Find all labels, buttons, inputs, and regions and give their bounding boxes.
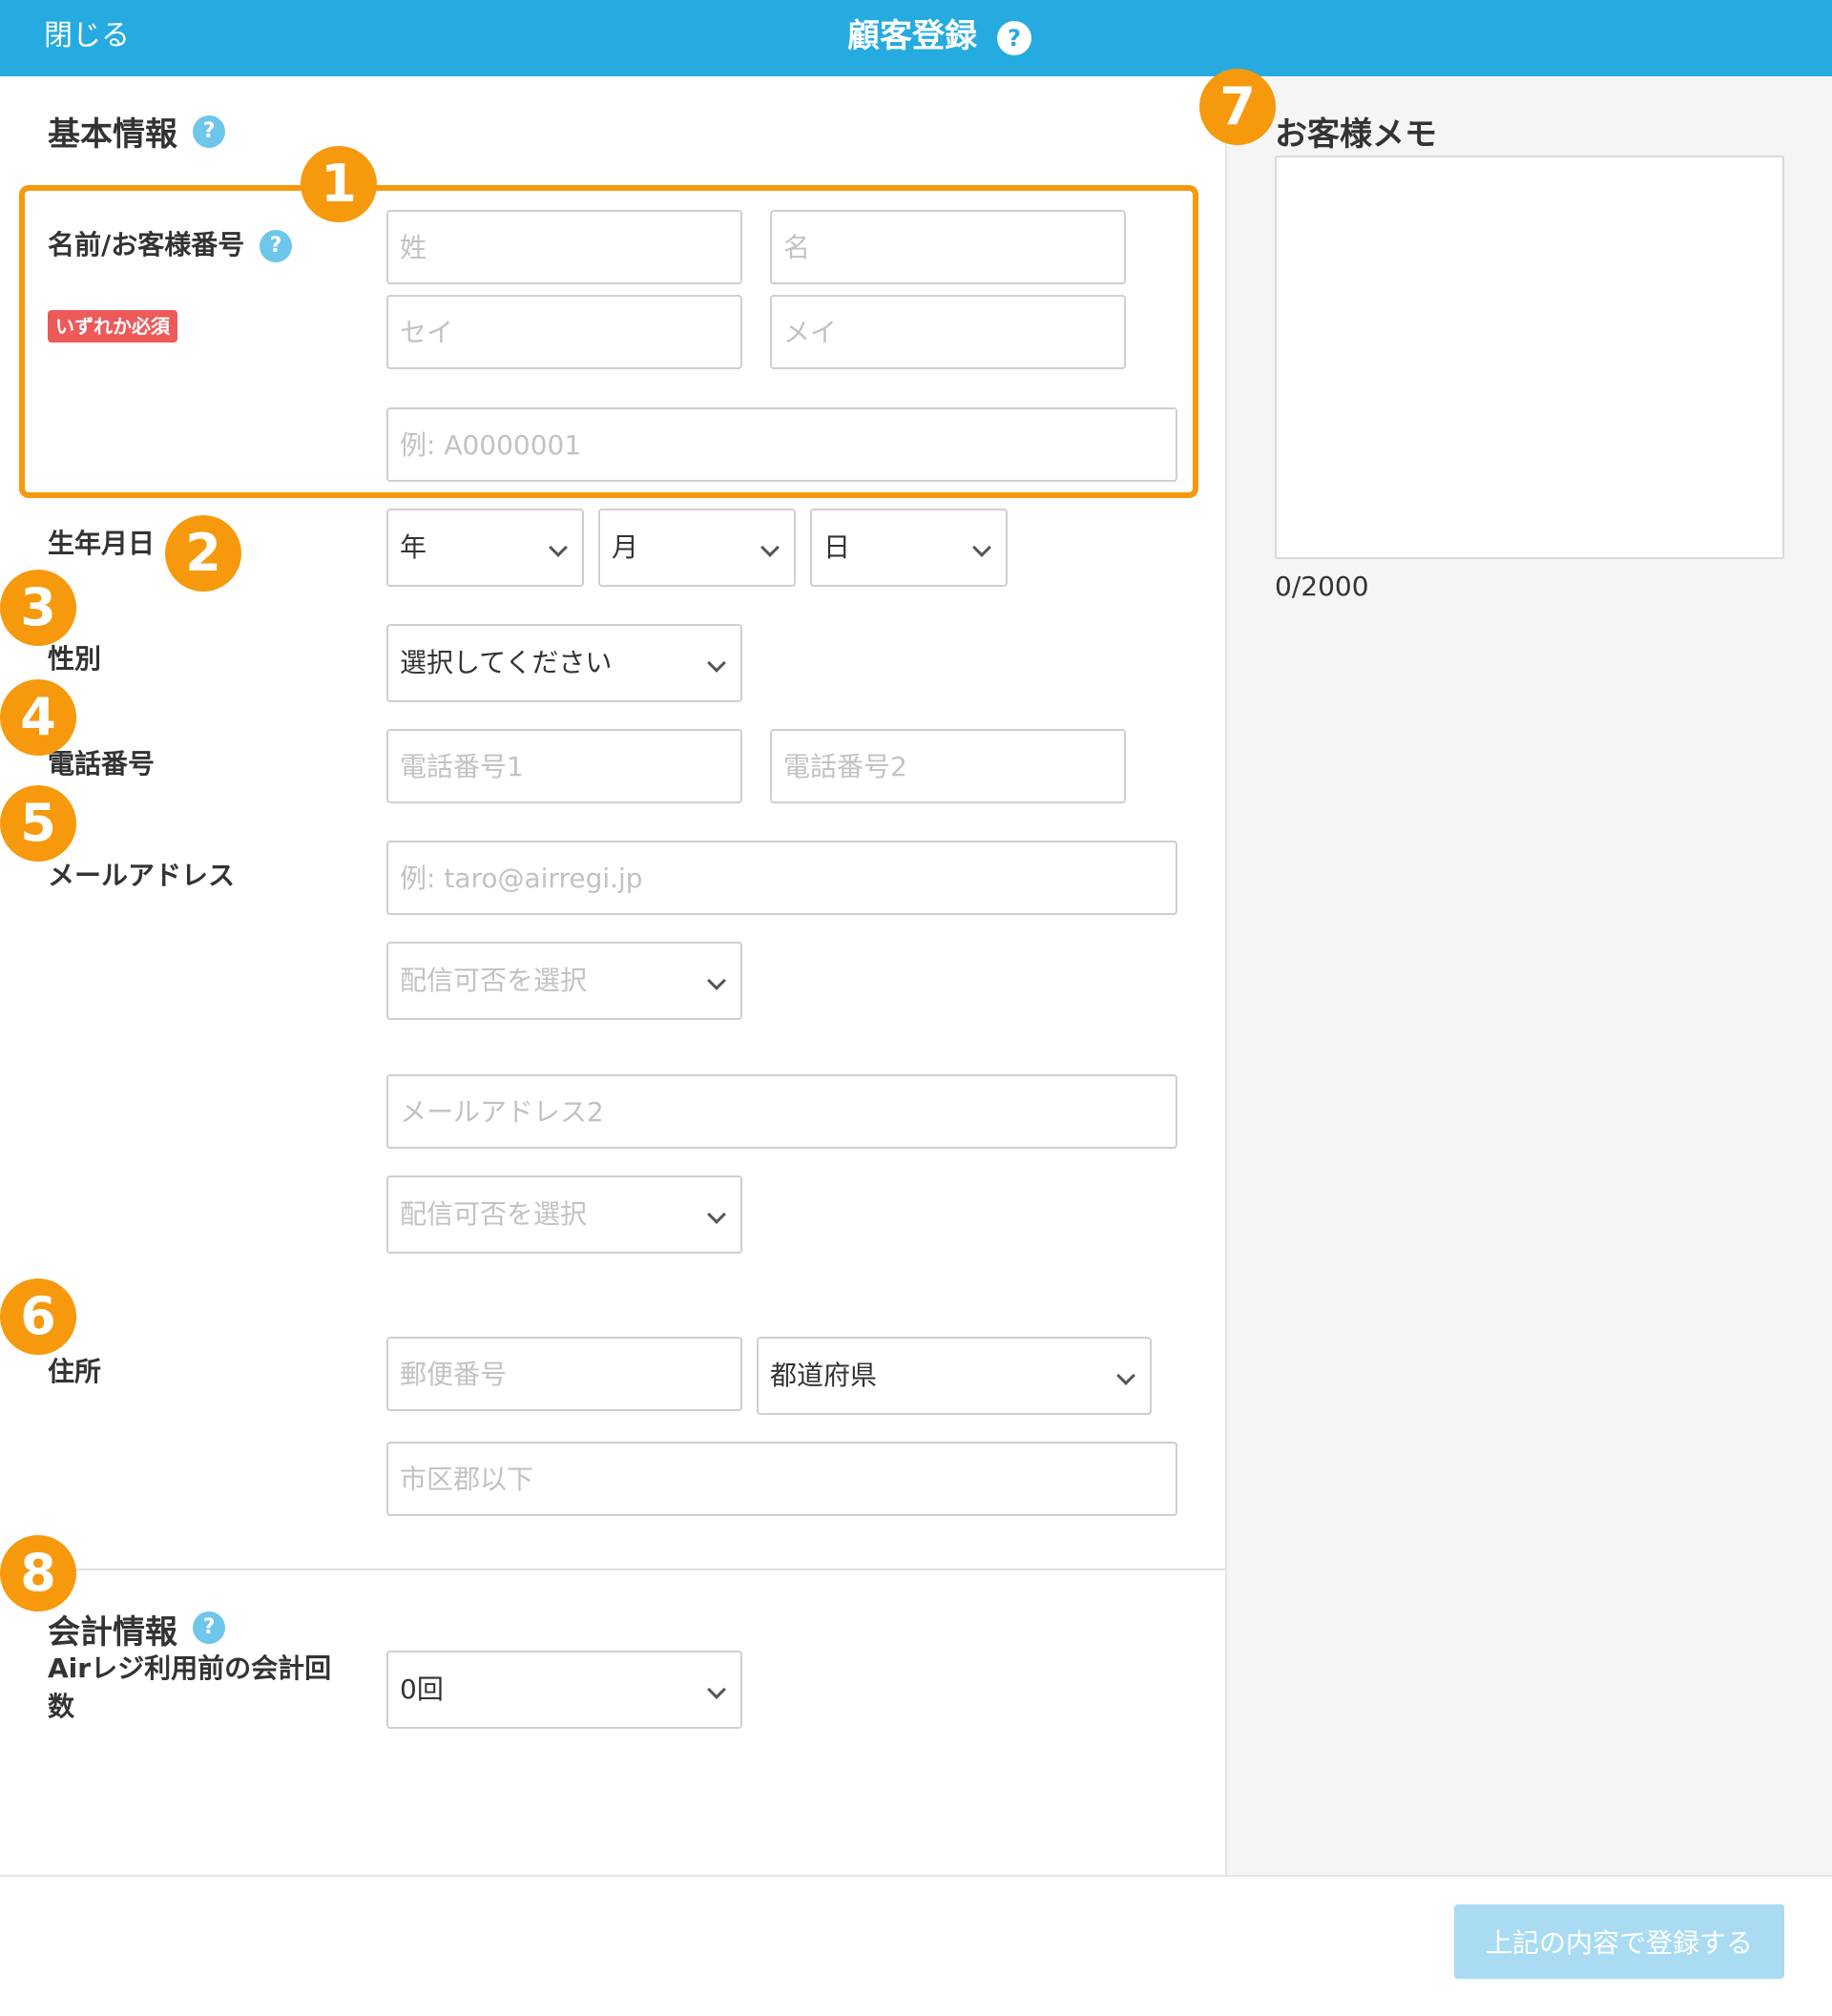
email2-delivery-value: 配信可否を選択: [400, 1198, 588, 1230]
email1-delivery-select[interactable]: 配信可否を選択: [386, 942, 742, 1020]
memo-char-counter: 0/2000: [1275, 571, 1369, 602]
marker-1: 1: [301, 146, 377, 222]
marker-3: 3: [0, 570, 76, 646]
chevron-down-icon: [972, 538, 991, 557]
prefecture-value: 都道府県: [770, 1360, 878, 1391]
chevron-down-icon: [707, 654, 726, 673]
city-address-input[interactable]: [386, 1442, 1177, 1516]
birth-year-value: 年: [400, 531, 427, 563]
help-icon[interactable]: ?: [997, 21, 1031, 55]
marker-8: 8: [0, 1535, 76, 1611]
marker-6: 6: [0, 1278, 76, 1355]
customer-number-input[interactable]: [386, 407, 1177, 482]
birth-day-select[interactable]: 日: [810, 509, 1008, 587]
birth-day-value: 日: [823, 531, 851, 563]
basic-info-title: 基本情報: [48, 115, 177, 154]
close-button[interactable]: 閉じる: [44, 17, 130, 55]
marker-4: 4: [0, 679, 76, 756]
email2-delivery-select[interactable]: 配信可否を選択: [386, 1175, 742, 1254]
prefecture-select[interactable]: 都道府県: [757, 1337, 1152, 1415]
email2-input[interactable]: [386, 1074, 1177, 1149]
first-name-kana-input[interactable]: [770, 295, 1126, 369]
gender-value: 選択してください: [400, 647, 613, 678]
chevron-down-icon: [707, 971, 726, 990]
last-name-input[interactable]: [386, 210, 742, 284]
name-help-icon[interactable]: ?: [260, 230, 292, 262]
chevron-down-icon: [760, 538, 780, 557]
birth-month-select[interactable]: 月: [598, 509, 796, 587]
phone2-input[interactable]: [770, 729, 1126, 803]
email1-input[interactable]: [386, 841, 1177, 915]
first-name-input[interactable]: [770, 210, 1126, 284]
chevron-down-icon: [549, 538, 568, 557]
gender-select[interactable]: 選択してください: [386, 624, 742, 702]
email-label: メールアドレス: [48, 860, 236, 891]
marker-2: 2: [165, 515, 241, 592]
accounting-count-value: 0回: [400, 1673, 444, 1705]
address-label: 住所: [48, 1356, 102, 1387]
accounting-count-label-line1: Airレジ利用前の会計回: [48, 1652, 332, 1684]
postal-code-input[interactable]: [386, 1337, 742, 1411]
birth-month-value: 月: [612, 531, 639, 563]
phone-label: 電話番号: [48, 748, 156, 779]
section-divider: [0, 1569, 1225, 1570]
accounting-count-select[interactable]: 0回: [386, 1651, 742, 1729]
chevron-down-icon: [707, 1205, 726, 1224]
chevron-down-icon: [1116, 1366, 1135, 1385]
last-name-kana-input[interactable]: [386, 295, 742, 369]
phone1-input[interactable]: [386, 729, 742, 803]
gender-label: 性別: [48, 643, 102, 675]
accounting-info-help-icon[interactable]: ?: [193, 1611, 225, 1644]
basic-info-help-icon[interactable]: ?: [193, 115, 225, 148]
memo-textarea[interactable]: [1275, 156, 1784, 559]
header-bar: 閉じる 顧客登録 ?: [0, 0, 1832, 76]
chevron-down-icon: [707, 1680, 726, 1699]
page-title: 顧客登録: [847, 17, 977, 55]
email1-delivery-value: 配信可否を選択: [400, 965, 588, 996]
accounting-info-title: 会計情報: [48, 1613, 177, 1652]
accounting-count-label-line2: 数: [48, 1691, 75, 1722]
submit-button[interactable]: 上記の内容で登録する: [1454, 1904, 1784, 1979]
memo-title: お客様メモ: [1275, 115, 1437, 154]
marker-5: 5: [0, 785, 76, 862]
marker-7: 7: [1199, 69, 1276, 145]
birth-year-select[interactable]: 年: [386, 509, 584, 587]
name-label: 名前/お客様番号: [48, 229, 245, 260]
required-badge: いずれか必須: [48, 310, 177, 343]
birthday-label: 生年月日: [48, 528, 156, 559]
